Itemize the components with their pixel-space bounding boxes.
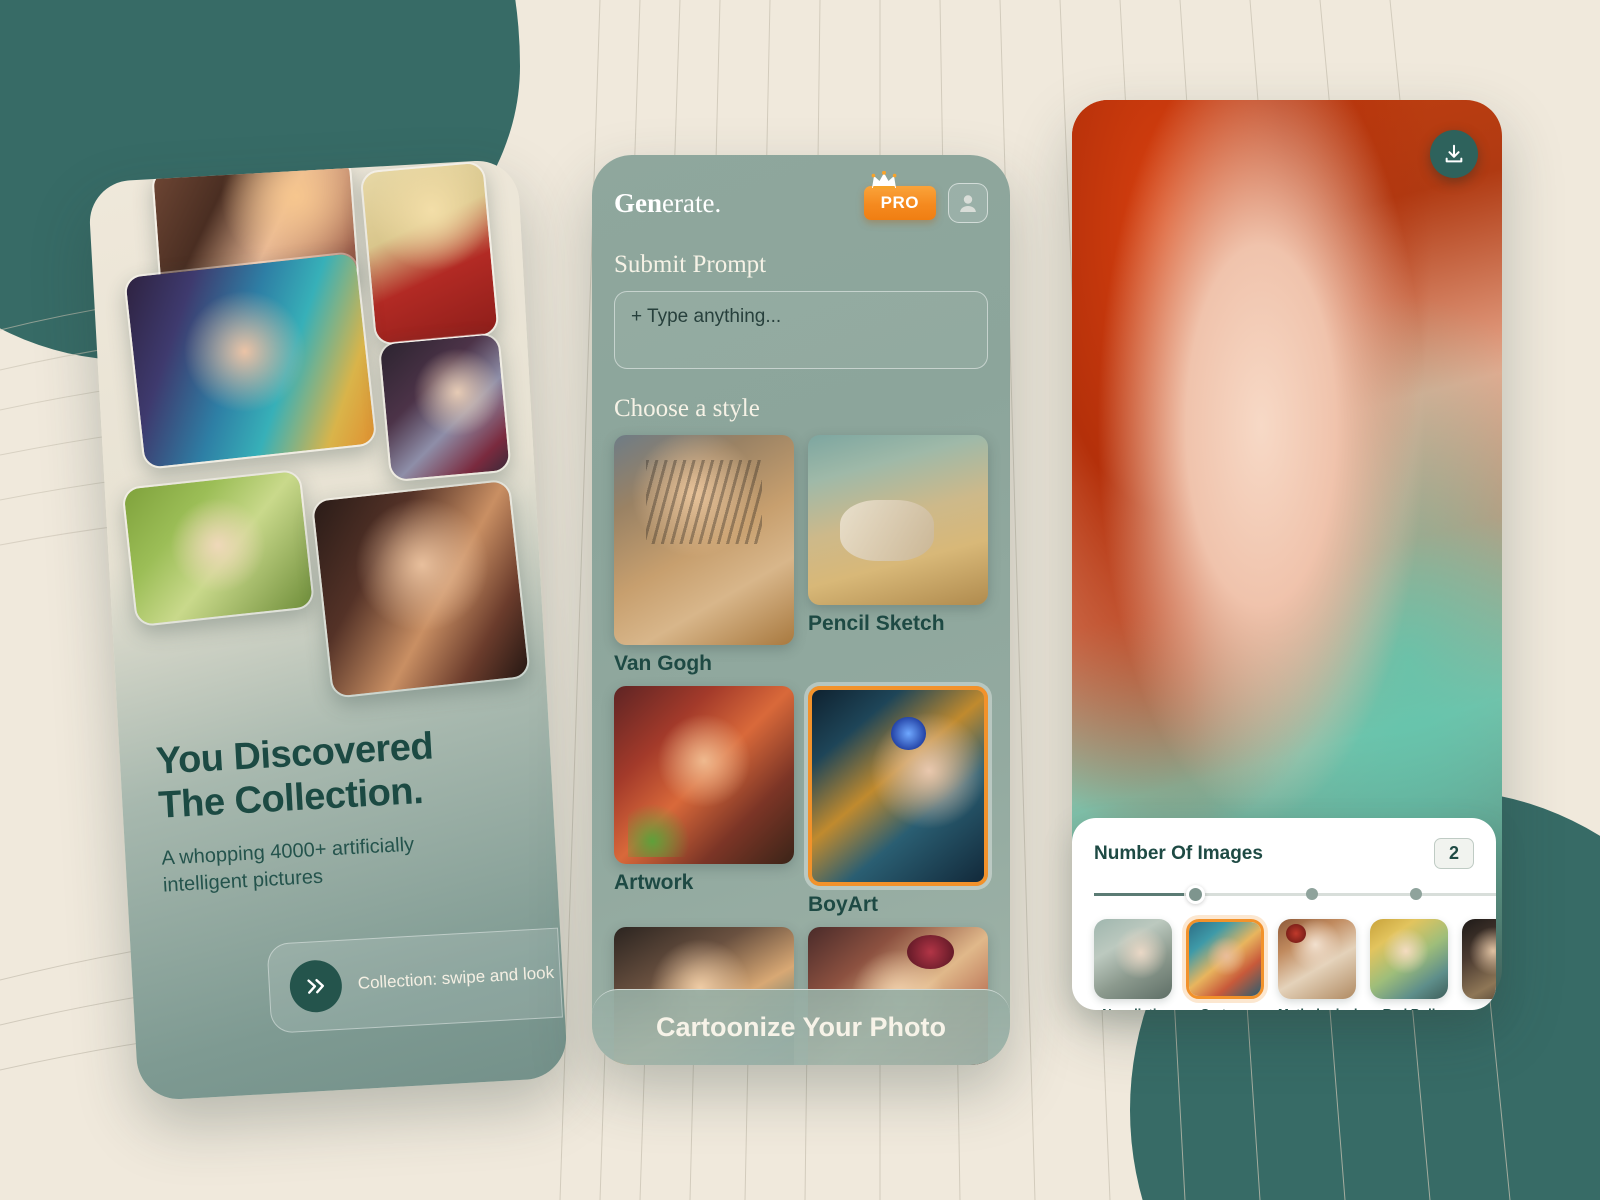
submit-prompt-heading: Submit Prompt xyxy=(614,251,767,278)
number-of-images-value[interactable]: 2 xyxy=(1434,838,1474,869)
style-card-van-gogh[interactable]: Van Gogh xyxy=(614,435,794,676)
app-header: Generate. PRO xyxy=(614,171,988,225)
style-grid: Van Gogh Pencil Sketch Artwork BoyArt xyxy=(614,435,988,1065)
prompt-input[interactable]: + Type anything... xyxy=(614,291,988,369)
thumbnail-image xyxy=(1186,919,1264,999)
collection-swipe-button[interactable]: Collection: swipe and look xyxy=(266,927,563,1034)
gallery-thumb-5[interactable] xyxy=(310,478,532,699)
style-thumb-red-bull[interactable]: Red Bull xyxy=(1370,919,1448,1010)
style-label: BoyArt xyxy=(808,893,879,916)
prompt-placeholder: + Type anything... xyxy=(631,306,782,327)
gallery-thumb-1[interactable] xyxy=(359,160,500,347)
download-button[interactable] xyxy=(1430,130,1478,178)
thumbnail-image xyxy=(1462,919,1496,999)
thumbnail-image xyxy=(1094,919,1172,999)
swipe-label: Collection: swipe and look xyxy=(357,962,555,993)
crown-icon xyxy=(871,171,897,189)
style-card-boyart[interactable]: BoyArt xyxy=(808,686,988,917)
logo-rest-part: erate. xyxy=(662,187,722,218)
phone-left-collection: You Discovered The Collection. A whoppin… xyxy=(87,158,569,1102)
style-thumbnail xyxy=(808,435,988,605)
logo-bold-part: Gen xyxy=(614,187,663,218)
thumbnail-label: Mythological xyxy=(1278,1006,1357,1010)
collection-gallery xyxy=(88,158,549,746)
cartoonize-label: Cartoonize Your Photo xyxy=(656,1012,946,1042)
gallery-thumb-3[interactable] xyxy=(377,331,512,483)
thumbnail-label: Cartoon xyxy=(1186,1006,1264,1010)
thumbnail-label: Novelistic xyxy=(1094,1006,1172,1010)
style-thumb-cartoon[interactable]: Cartoon xyxy=(1186,919,1264,1010)
pro-badge-label: PRO xyxy=(880,193,919,212)
slider-step-dot-3[interactable] xyxy=(1410,888,1422,900)
number-of-images-title: Number Of Images xyxy=(1094,842,1263,864)
slider-fill xyxy=(1094,893,1184,896)
app-logo: Generate. xyxy=(614,188,721,219)
user-avatar-icon[interactable] xyxy=(948,183,988,223)
gallery-thumb-2[interactable] xyxy=(122,250,378,471)
style-card-pencil-sketch[interactable]: Pencil Sketch xyxy=(808,435,988,676)
style-label: Artwork xyxy=(614,871,694,894)
style-thumb-partial[interactable]: Wa xyxy=(1462,919,1496,1010)
thumbnail-label: Red Bull xyxy=(1370,1006,1448,1010)
collection-copy: You Discovered The Collection. A whoppin… xyxy=(119,718,557,902)
thumbnail-image xyxy=(1278,919,1356,999)
thumbnail-image xyxy=(1370,919,1448,999)
number-of-images-card: Number Of Images 2 Novelistic Cartoon xyxy=(1072,818,1496,1010)
slider-handle[interactable] xyxy=(1186,885,1205,904)
style-thumbnail xyxy=(614,435,794,645)
slider-step-dot-2[interactable] xyxy=(1306,888,1318,900)
double-chevron-right-icon xyxy=(288,958,344,1014)
style-label: Pencil Sketch xyxy=(808,612,945,635)
cartoonize-button[interactable]: Cartoonize Your Photo xyxy=(592,989,1010,1065)
page-subtitle: A whopping 4000+ artificially intelligen… xyxy=(160,833,415,897)
avatar xyxy=(960,195,976,212)
pro-badge[interactable]: PRO xyxy=(863,171,936,220)
choose-style-heading: Choose a style xyxy=(614,395,760,422)
style-label: Van Gogh xyxy=(614,652,713,675)
number-of-images-slider[interactable] xyxy=(1094,885,1496,904)
style-thumb-novelistic[interactable]: Novelistic xyxy=(1094,919,1172,1010)
style-thumbnail xyxy=(614,686,794,864)
phone-center-generate: Generate. PRO Submit Prompt + Type anyth… xyxy=(592,155,1010,1065)
style-thumb-mythological[interactable]: Mythological xyxy=(1278,919,1357,1010)
style-thumbnail-row: Novelistic Cartoon Mythological Red Bull xyxy=(1094,919,1496,1010)
download-icon xyxy=(1445,144,1463,163)
style-card-artwork[interactable]: Artwork xyxy=(614,686,794,917)
style-thumbnail xyxy=(808,686,988,886)
gallery-thumb-4[interactable] xyxy=(121,468,316,628)
